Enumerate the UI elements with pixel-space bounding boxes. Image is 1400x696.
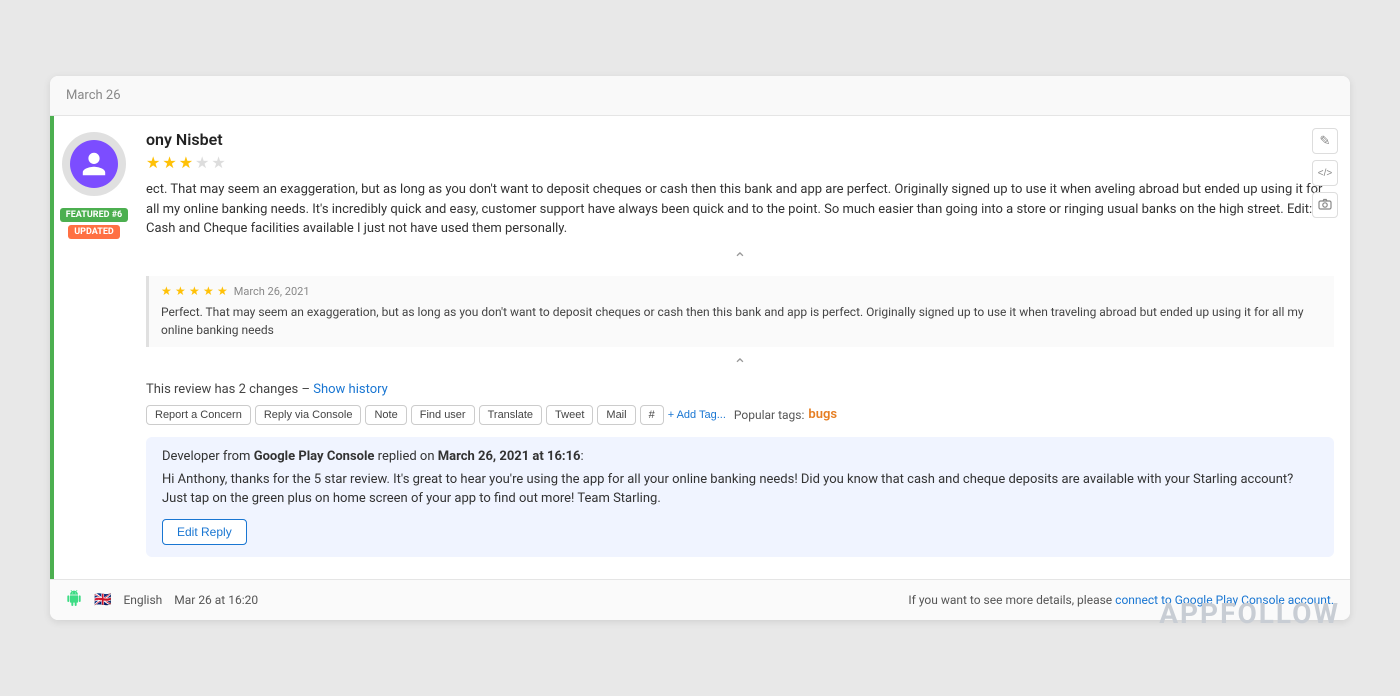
appfollow-watermark: APPFOLLOW [1159,597,1340,630]
report-concern-button[interactable]: Report a Concern [146,405,251,425]
original-stars: ★ ★ ★ ★ ★ [161,284,228,299]
card-body: FEATURED #6 UPDATED ony Nisbet ★ ★ ★ ★ ★… [50,116,1350,620]
edit-reply-button[interactable]: Edit Reply [162,519,247,545]
changes-label: This review has 2 changes – [146,382,310,397]
reviewer-name: ony Nisbet [146,130,1334,149]
collapse-button[interactable]: ⌃ [146,249,1334,268]
reply-console-button[interactable]: Reply via Console [255,405,362,425]
orig-star-5: ★ [217,284,228,298]
chevron-up-icon: ⌃ [733,249,746,268]
action-buttons-row: Report a Concern Reply via Console Note … [146,405,1334,425]
user-icon [80,150,108,178]
star-1: ★ [146,153,160,172]
footer-left: 🇬🇧 English Mar 26 at 16:20 [66,590,258,610]
find-user-button[interactable]: Find user [411,405,475,425]
changes-row: This review has 2 changes – Show history [146,382,1334,397]
android-icon [66,590,82,610]
star-3: ★ [179,153,193,172]
review-text: ect. That may seem an exaggeration, but … [146,180,1334,239]
orig-star-3: ★ [189,284,200,298]
updated-badge: UPDATED [68,225,120,239]
camera-icon-button[interactable] [1312,192,1338,218]
add-tag-button[interactable]: + Add Tag... [668,409,726,421]
camera-icon [1318,198,1332,213]
header-date: March 26 [66,88,121,103]
code-icon: </> [1318,168,1332,179]
collapse-button-2[interactable]: ⌃ [146,355,1334,374]
review-card: March 26 FEATURED #6 UPDATED [50,76,1350,620]
show-history-link[interactable]: Show history [313,382,388,397]
review-row: FEATURED #6 UPDATED ony Nisbet ★ ★ ★ ★ ★… [50,116,1350,579]
note-button[interactable]: Note [365,405,406,425]
original-date: March 26, 2021 [234,285,310,298]
code-icon-button[interactable]: </> [1312,160,1338,186]
popular-tags-label: Popular tags: [734,408,804,422]
stars-row: ★ ★ ★ ★ ★ [146,153,1334,172]
original-text: Perfect. That may seem an exaggeration, … [161,303,1322,339]
right-icons: ✎ </> [1312,128,1338,218]
chevron-up-icon-2: ⌃ [733,355,746,374]
original-review: ★ ★ ★ ★ ★ March 26, 2021 Perfect. That m… [146,276,1334,347]
developer-reply-text: Hi Anthony, thanks for the 5 star review… [162,470,1318,509]
star-4: ★ [195,153,209,172]
avatar [62,132,126,196]
google-play-console-name: Google Play Console [254,449,375,464]
footer-date: Mar 26 at 16:20 [174,593,258,607]
tweet-button[interactable]: Tweet [546,405,593,425]
console-prompt: If you want to see more details, please [908,593,1112,607]
original-meta: ★ ★ ★ ★ ★ March 26, 2021 [161,284,1322,299]
orig-star-4: ★ [203,284,214,298]
translate-button[interactable]: Translate [479,405,542,425]
replied-on-text: replied on [378,449,435,464]
edit-icon-button[interactable]: ✎ [1312,128,1338,154]
flag-icon: 🇬🇧 [94,592,111,608]
edit-icon: ✎ [1320,133,1331,149]
mail-button[interactable]: Mail [597,405,635,425]
hash-button[interactable]: # [640,405,664,425]
reply-date: March 26, 2021 at 16:16 [438,449,581,464]
developer-reply: Developer from Google Play Console repli… [146,437,1334,557]
featured-badge: FEATURED #6 [60,208,128,222]
main-content: ony Nisbet ★ ★ ★ ★ ★ ect. That may seem … [134,116,1350,579]
badges: FEATURED #6 UPDATED [60,208,128,239]
developer-reply-header: Developer from Google Play Console repli… [162,449,1318,464]
left-panel: FEATURED #6 UPDATED [54,116,134,579]
avatar-inner [70,140,118,188]
footer-language: English [123,593,162,607]
developer-reply-prefix: Developer from [162,449,250,464]
card-header: March 26 [50,76,1350,116]
star-5: ★ [211,153,225,172]
orig-star-1: ★ [161,284,172,298]
orig-star-2: ★ [175,284,186,298]
card-footer: 🇬🇧 English Mar 26 at 16:20 If you want t… [50,579,1350,620]
popular-tag-bugs[interactable]: bugs [808,407,837,422]
star-2: ★ [162,153,176,172]
